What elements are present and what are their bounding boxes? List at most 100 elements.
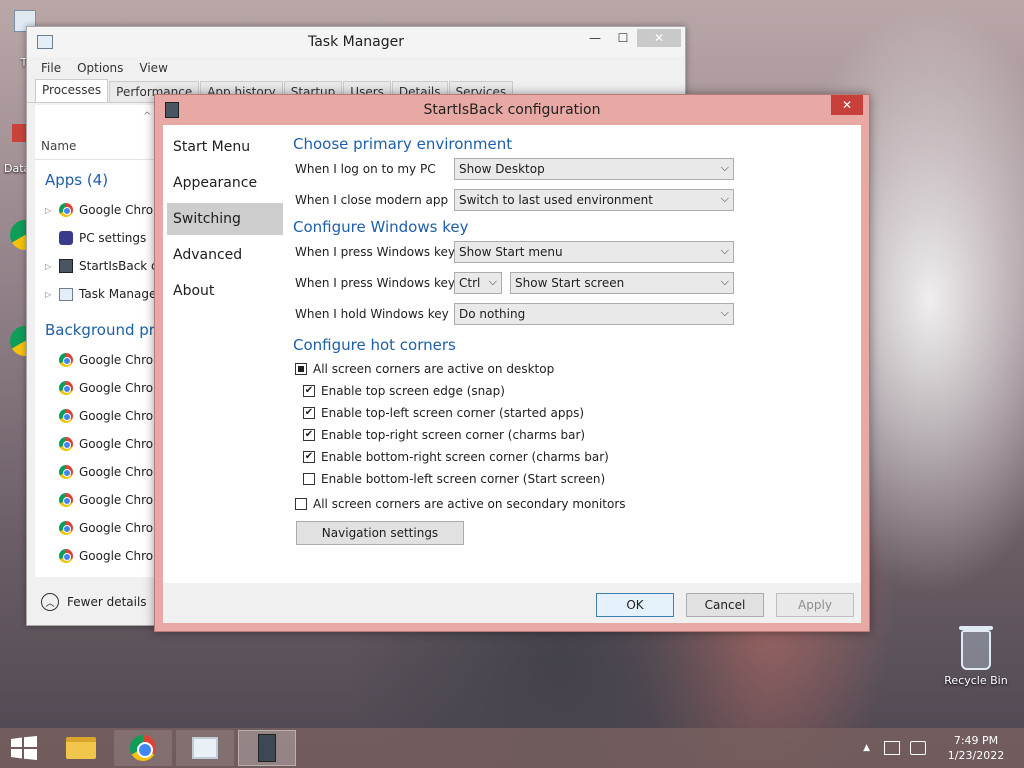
process-row[interactable]: Google Chro [45, 549, 153, 563]
nav-about[interactable]: About [167, 275, 283, 307]
expand-icon[interactable]: ▷ [45, 206, 53, 215]
logon-select[interactable]: Show Desktop ⌵ [454, 158, 734, 180]
hold-win-label: When I hold Windows key [295, 307, 449, 321]
taskbar-chrome[interactable] [114, 730, 172, 766]
cancel-button[interactable]: Cancel [686, 593, 764, 617]
checkbox-top-edge[interactable]: ✔ Enable top screen edge (snap) [303, 384, 505, 398]
checkbox-top-right[interactable]: ✔ Enable top-right screen corner (charms… [303, 428, 585, 442]
menu-file[interactable]: File [41, 61, 61, 75]
process-name: Google Chro [79, 437, 154, 451]
taskbar-startisback[interactable] [238, 730, 296, 766]
checkbox-unchecked[interactable] [303, 473, 315, 485]
apply-button[interactable]: Apply [776, 593, 854, 617]
volume-muted-icon[interactable] [910, 741, 926, 755]
process-row[interactable]: Google Chro [45, 521, 153, 535]
column-header-name[interactable]: Name [41, 139, 76, 153]
menu-options[interactable]: Options [77, 61, 123, 75]
press-win-plus-select-value: Show Start screen [515, 276, 625, 290]
process-row[interactable]: ▷ Google Chro [45, 203, 153, 217]
task-manager-titlebar[interactable]: Task Manager — ☐ ✕ [27, 27, 685, 57]
checkbox-label: Enable top-left screen corner (started a… [321, 406, 585, 420]
checkbox-unchecked[interactable] [295, 498, 307, 510]
process-name: Google Chro [79, 381, 154, 395]
process-name: StartIsBack co [79, 259, 165, 273]
process-row[interactable]: Google Chro [45, 465, 153, 479]
process-name: Google Chro [79, 493, 154, 507]
close-modern-select-value: Switch to last used environment [459, 193, 653, 207]
chrome-icon [59, 409, 73, 423]
show-hidden-icons-icon[interactable]: ▲ [863, 743, 870, 753]
fewer-details-label: Fewer details [67, 595, 147, 609]
process-row[interactable]: ▷ Task Manage [45, 287, 156, 301]
taskbar: ▲ 7:49 PM 1/23/2022 [0, 728, 1024, 768]
process-row[interactable]: PC settings [45, 231, 146, 245]
process-row[interactable]: ▷ StartIsBack co [45, 259, 165, 273]
tab-processes[interactable]: Processes [35, 79, 109, 102]
expand-icon[interactable]: ▷ [45, 262, 53, 271]
nav-start-menu[interactable]: Start Menu [167, 131, 283, 163]
group-apps: Apps (4) [45, 171, 109, 189]
chevron-down-icon: ⌵ [488, 275, 497, 288]
checkbox-checked[interactable]: ✔ [303, 385, 315, 397]
task-manager-menubar: File Options View [27, 57, 685, 79]
chrome-icon [59, 465, 73, 479]
nav-appearance[interactable]: Appearance [167, 167, 283, 199]
dialog-close-button[interactable]: ✕ [831, 95, 863, 115]
chrome-icon [59, 353, 73, 367]
navigation-settings-button[interactable]: Navigation settings [296, 521, 464, 545]
checkbox-checked[interactable]: ✔ [303, 407, 315, 419]
hold-win-select-value: Do nothing [459, 307, 526, 321]
process-row[interactable]: Google Chro [45, 353, 153, 367]
process-name: Google Chro [79, 409, 154, 423]
checkbox-bottom-left[interactable]: Enable bottom-left screen corner (Start … [303, 472, 605, 486]
fewer-details-link[interactable]: ︿ Fewer details [41, 593, 147, 611]
process-name: Google Chro [79, 353, 154, 367]
clock[interactable]: 7:49 PM 1/23/2022 [936, 733, 1016, 763]
process-row[interactable]: Google Chro [45, 409, 153, 423]
checkbox-bottom-right[interactable]: ✔ Enable bottom-right screen corner (cha… [303, 450, 609, 464]
dialog-titlebar[interactable]: StartIsBack configuration ✕ [155, 95, 869, 123]
checkbox-all-corners-desktop[interactable]: All screen corners are active on desktop [295, 362, 554, 376]
checkbox-label: All screen corners are active on desktop [313, 362, 555, 376]
taskbar-task-manager[interactable] [176, 730, 234, 766]
dialog-title: StartIsBack configuration [423, 102, 601, 118]
checkbox-top-left[interactable]: ✔ Enable top-left screen corner (started… [303, 406, 584, 420]
nav-advanced[interactable]: Advanced [167, 239, 283, 271]
checkbox-label: Enable bottom-right screen corner (charm… [321, 450, 609, 464]
process-row[interactable]: Google Chro [45, 381, 153, 395]
file-explorer-icon [66, 737, 96, 759]
process-row[interactable]: Google Chro [45, 493, 153, 507]
close-modern-select[interactable]: Switch to last used environment ⌵ [454, 189, 734, 211]
clock-date: 1/23/2022 [947, 749, 1005, 762]
checkbox-secondary-monitors[interactable]: All screen corners are active on seconda… [295, 497, 626, 511]
press-win-select[interactable]: Show Start menu ⌵ [454, 241, 734, 263]
expand-icon[interactable]: ▷ [45, 290, 53, 299]
nav-switching[interactable]: Switching [167, 203, 283, 235]
menu-view[interactable]: View [139, 61, 167, 75]
checkbox-checked[interactable]: ✔ [303, 451, 315, 463]
network-icon[interactable] [884, 741, 900, 755]
chevron-down-icon: ⌵ [720, 192, 729, 205]
ok-button[interactable]: OK [596, 593, 674, 617]
chevron-down-icon: ⌵ [720, 161, 729, 174]
process-name: Task Manage [79, 287, 157, 301]
modifier-select[interactable]: Ctrl ⌵ [454, 272, 502, 294]
task-manager-icon [59, 287, 73, 301]
checkbox-checked[interactable]: ✔ [303, 429, 315, 441]
windows-start-icon[interactable] [10, 736, 38, 760]
process-name: PC settings [79, 231, 147, 245]
checkbox-label: Enable top screen edge (snap) [321, 384, 505, 398]
recycle-bin[interactable]: Recycle Bin [942, 626, 1010, 687]
chrome-icon [59, 381, 73, 395]
hold-win-select[interactable]: Do nothing ⌵ [454, 303, 734, 325]
minimize-button[interactable]: — [581, 29, 609, 47]
maximize-button[interactable]: ☐ [609, 29, 637, 47]
section-windows-key: Configure Windows key [293, 218, 469, 236]
checkbox-indeterminate[interactable] [295, 363, 307, 375]
chrome-icon [59, 521, 73, 535]
process-row[interactable]: Google Chro [45, 437, 153, 451]
desktop-icon-partial-2[interactable]: Data [4, 124, 30, 175]
taskbar-file-explorer[interactable] [52, 730, 110, 766]
press-win-plus-select[interactable]: Show Start screen ⌵ [510, 272, 734, 294]
close-button[interactable]: ✕ [637, 29, 681, 47]
